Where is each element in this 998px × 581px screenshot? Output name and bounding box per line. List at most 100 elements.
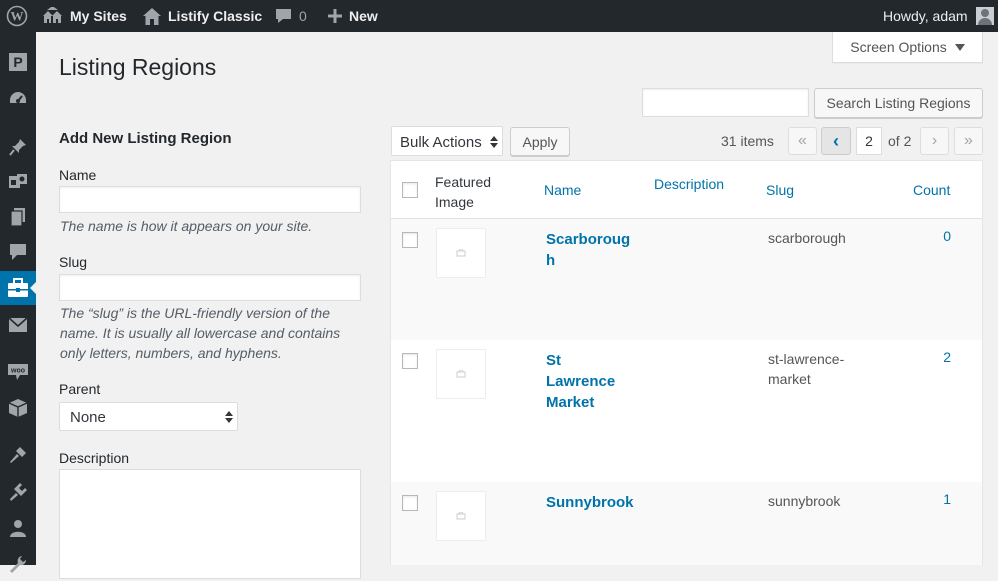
comment-icon xyxy=(276,8,291,23)
bulk-actions-select[interactable]: Bulk Actions xyxy=(391,126,503,156)
bulk-actions-label: Bulk Actions xyxy=(400,134,482,151)
caret-down-icon xyxy=(954,43,965,51)
slug-line: st-lawrence- xyxy=(768,351,845,367)
media-icon[interactable] xyxy=(0,165,36,199)
tools-wrench-icon[interactable] xyxy=(0,547,36,581)
total-pages: of 2 xyxy=(888,133,912,149)
next-page-button: › xyxy=(920,127,949,155)
header-text: Featured xyxy=(435,174,492,190)
comments-count: 0 xyxy=(299,8,307,24)
image-placeholder-icon xyxy=(456,512,466,520)
parent-field-label: Parent xyxy=(59,381,101,397)
featured-image-placeholder xyxy=(436,491,486,541)
woocommerce-icon[interactable]: woo xyxy=(0,355,36,389)
region-slug: sunnybrook xyxy=(768,493,841,509)
parent-selected-value: None xyxy=(70,409,106,426)
howdy-label: Howdy, adam xyxy=(883,8,968,24)
users-icon[interactable] xyxy=(0,511,36,545)
search-input[interactable] xyxy=(642,88,809,117)
select-arrows-icon xyxy=(225,411,233,423)
my-sites-menu[interactable]: My Sites xyxy=(42,0,127,32)
region-name-link[interactable]: St Lawrence Market xyxy=(546,350,641,413)
region-name-link[interactable]: Sunnybrook xyxy=(546,492,666,513)
table-row: St Lawrence Market st-lawrence- market 2 xyxy=(391,340,982,482)
plugins-icon[interactable] xyxy=(0,475,36,509)
region-name-link[interactable]: Scarboroug h xyxy=(546,229,641,271)
name-column-header[interactable]: Name xyxy=(544,182,581,198)
screen-options-button[interactable]: Screen Options xyxy=(832,32,983,63)
comments-icon[interactable] xyxy=(0,235,36,269)
products-box-icon[interactable] xyxy=(0,391,36,425)
avatar xyxy=(975,7,994,25)
name-line: Lawrence xyxy=(546,373,616,390)
featured-image-placeholder xyxy=(436,349,486,399)
slug-column-header[interactable]: Slug xyxy=(766,182,794,198)
listing-regions-table: Featured Image Name Description Slug Cou… xyxy=(390,160,983,565)
slug-field[interactable] xyxy=(59,274,361,301)
site-name-label: Listify Classic xyxy=(168,8,263,24)
region-count-link[interactable]: 0 xyxy=(911,228,951,244)
apply-button[interactable]: Apply xyxy=(510,127,570,156)
count-column-header[interactable]: Count xyxy=(913,182,950,198)
slug-help-line: The “slug” is the URL-friendly version o… xyxy=(60,305,330,321)
admin-bar: W My Sites Listify Classic 0 New Howdy, … xyxy=(0,0,998,32)
region-count-link[interactable]: 1 xyxy=(911,491,951,507)
name-field-label: Name xyxy=(59,167,97,183)
last-page-button: » xyxy=(954,127,983,155)
region-count-link[interactable]: 2 xyxy=(911,349,951,365)
description-field-label: Description xyxy=(59,450,130,466)
page-title: Listing Regions xyxy=(59,54,217,80)
admin-sidebar: P woo xyxy=(0,32,37,573)
slug-field-label: Slug xyxy=(59,254,88,270)
search-listing-regions-button[interactable]: Search Listing Regions xyxy=(814,88,983,118)
my-sites-icon xyxy=(43,7,62,23)
slug-help-line: name. It is usually all lowercase and co… xyxy=(60,325,341,341)
my-sites-label: My Sites xyxy=(70,8,127,24)
items-count: 31 items xyxy=(721,133,774,149)
new-label: New xyxy=(349,8,378,24)
slug-help-line: only letters, numbers, and hyphens. xyxy=(60,345,282,361)
pages-icon[interactable] xyxy=(0,200,36,234)
region-slug: scarborough xyxy=(768,230,846,246)
first-page-button: « xyxy=(788,127,817,155)
site-name-menu[interactable]: Listify Classic xyxy=(143,0,262,32)
name-line: h xyxy=(546,252,556,269)
current-page-input[interactable] xyxy=(856,127,882,155)
menu-parking-icon[interactable]: P xyxy=(0,45,36,79)
name-field[interactable] xyxy=(59,186,361,213)
select-all-checkbox[interactable] xyxy=(402,182,418,198)
home-icon xyxy=(143,7,161,25)
description-column-header[interactable]: Description xyxy=(654,176,724,192)
form-heading: Add New Listing Region xyxy=(59,130,232,147)
table-row: Sunnybrook sunnybrook 1 xyxy=(391,482,982,565)
select-arrows-icon xyxy=(490,136,498,148)
row-checkbox[interactable] xyxy=(402,495,418,511)
account-menu[interactable]: Howdy, adam xyxy=(883,0,994,32)
dashboard-icon[interactable] xyxy=(0,82,36,116)
name-line: St xyxy=(546,352,561,369)
table-header: Featured Image Name Description Slug Cou… xyxy=(391,161,982,219)
parent-select[interactable]: None xyxy=(59,402,238,431)
name-line: Market xyxy=(546,394,595,411)
slug-line: market xyxy=(768,371,811,387)
row-checkbox[interactable] xyxy=(402,232,418,248)
svg-text:woo: woo xyxy=(10,368,25,375)
posts-pin-icon[interactable] xyxy=(0,130,36,164)
appearance-brush-icon[interactable] xyxy=(0,438,36,472)
prev-page-button[interactable]: ‹ xyxy=(821,127,851,155)
listings-briefcase-icon[interactable] xyxy=(0,271,37,305)
featured-image-placeholder xyxy=(436,228,486,278)
screen-options-label: Screen Options xyxy=(850,39,947,55)
comments-menu[interactable]: 0 xyxy=(275,0,307,32)
slug-help-text: The “slug” is the URL-friendly version o… xyxy=(60,303,360,363)
row-checkbox[interactable] xyxy=(402,353,418,369)
region-slug: st-lawrence- market xyxy=(768,349,863,389)
image-placeholder-icon xyxy=(456,249,466,257)
new-content-menu[interactable]: New xyxy=(328,0,378,32)
header-text: Image xyxy=(435,194,474,210)
plus-icon xyxy=(328,9,342,23)
table-row: Scarboroug h scarborough 0 xyxy=(391,219,982,340)
wordpress-logo-icon[interactable]: W xyxy=(6,0,28,32)
mail-icon[interactable] xyxy=(0,308,36,342)
description-field[interactable] xyxy=(59,469,361,579)
